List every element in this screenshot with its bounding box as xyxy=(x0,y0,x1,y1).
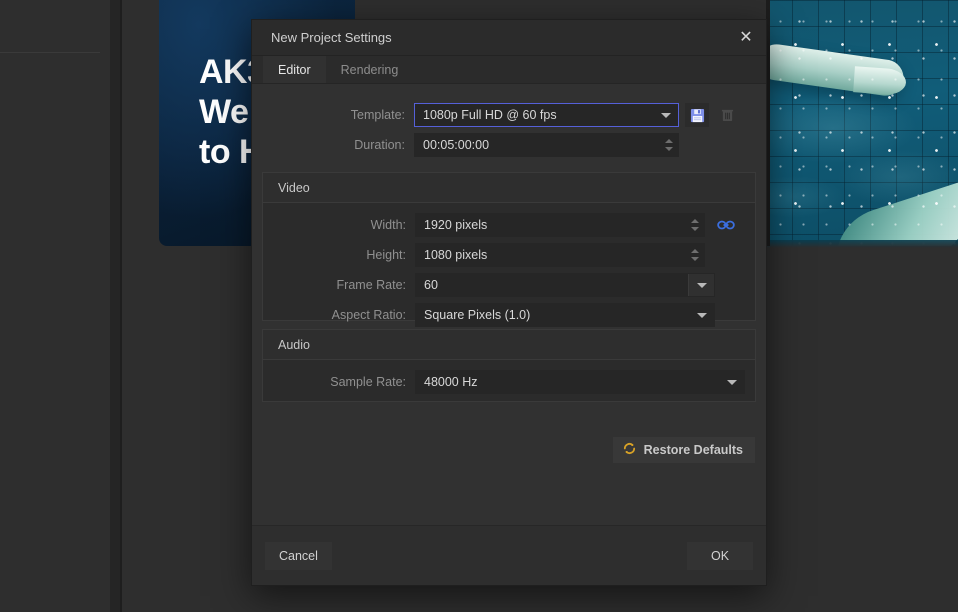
restore-defaults-label: Restore Defaults xyxy=(643,443,743,457)
background-left-divider xyxy=(0,52,100,53)
audio-settings-group: Audio Sample Rate: 48000 Hz xyxy=(262,329,756,402)
template-label: Template: xyxy=(350,108,405,122)
refresh-circular-arrows-icon xyxy=(622,441,637,459)
new-project-settings-dialog: New Project Settings ✕ Editor Rendering … xyxy=(251,19,767,586)
photo-bottom-fade xyxy=(766,240,958,248)
height-input[interactable]: 1080 pixels xyxy=(415,243,705,267)
background-left-panel xyxy=(0,0,110,612)
template-row: Template: 1080p Full HD @ 60 fps xyxy=(262,102,756,128)
dialog-footer: Cancel OK xyxy=(252,525,766,585)
height-value: 1080 pixels xyxy=(424,248,488,262)
duration-stepper[interactable] xyxy=(662,134,676,156)
duration-row: Duration: 00:05:00:00 xyxy=(262,132,756,158)
cancel-button[interactable]: Cancel xyxy=(265,541,332,570)
video-settings-group: Video Width: 1920 pixels Height: 1080 pi… xyxy=(262,172,756,327)
height-label: Height: xyxy=(366,248,406,262)
trash-delete-icon[interactable] xyxy=(715,103,739,127)
tab-editor[interactable]: Editor xyxy=(263,56,326,83)
background-gutter-line xyxy=(120,0,122,612)
samplerate-row: Sample Rate: 48000 Hz xyxy=(263,369,755,395)
chevron-down-icon[interactable] xyxy=(688,274,714,296)
audio-group-content: Sample Rate: 48000 Hz xyxy=(263,360,755,401)
chevron-down-icon[interactable] xyxy=(720,371,744,393)
template-value: 1080p Full HD @ 60 fps xyxy=(423,108,557,122)
width-label: Width: xyxy=(370,218,406,232)
chain-link-icon[interactable] xyxy=(715,214,737,236)
audio-group-title: Audio xyxy=(263,330,755,360)
duration-value: 00:05:00:00 xyxy=(423,138,490,152)
photo-bubbles xyxy=(766,0,958,246)
chevron-down-icon[interactable] xyxy=(690,304,714,326)
aspect-ratio-value: Square Pixels (1.0) xyxy=(424,308,531,322)
close-icon[interactable]: ✕ xyxy=(734,26,758,50)
samplerate-value: 48000 Hz xyxy=(424,375,478,389)
framerate-label: Frame Rate: xyxy=(336,278,406,292)
restore-defaults-button[interactable]: Restore Defaults xyxy=(612,437,755,463)
template-select[interactable]: 1080p Full HD @ 60 fps xyxy=(414,103,679,127)
floppy-disk-save-icon[interactable] xyxy=(685,103,709,127)
width-stepper[interactable] xyxy=(688,214,702,236)
width-value: 1920 pixels xyxy=(424,218,488,232)
aspect-ratio-select[interactable]: Square Pixels (1.0) xyxy=(415,303,715,327)
width-input[interactable]: 1920 pixels xyxy=(415,213,705,237)
height-row: Height: 1080 pixels xyxy=(263,242,755,268)
template-duration-block: Template: 1080p Full HD @ 60 fps Duratio… xyxy=(262,94,756,164)
aspect-ratio-label: Aspect Ratio: xyxy=(331,308,406,322)
dialog-titlebar: New Project Settings ✕ xyxy=(252,20,766,56)
aspect-ratio-row: Aspect Ratio: Square Pixels (1.0) xyxy=(263,302,755,328)
background-hero-line-2: We xyxy=(199,93,249,131)
video-group-title: Video xyxy=(263,173,755,203)
samplerate-label: Sample Rate: xyxy=(330,375,406,389)
restore-defaults-bar: Restore Defaults xyxy=(262,402,756,463)
chevron-down-icon[interactable] xyxy=(654,104,678,126)
framerate-select[interactable]: 60 xyxy=(415,273,715,297)
framerate-row: Frame Rate: 60 xyxy=(263,272,755,298)
dialog-tabstrip: Editor Rendering xyxy=(252,56,766,84)
duration-input[interactable]: 00:05:00:00 xyxy=(414,133,679,157)
background-underwater-photo xyxy=(766,0,958,246)
ok-button[interactable]: OK xyxy=(687,541,753,570)
framerate-value: 60 xyxy=(424,278,438,292)
width-row: Width: 1920 pixels xyxy=(263,212,755,238)
video-group-content: Width: 1920 pixels Height: 1080 pixels F… xyxy=(263,203,755,327)
height-stepper[interactable] xyxy=(688,244,702,266)
samplerate-select[interactable]: 48000 Hz xyxy=(415,370,745,394)
tab-rendering[interactable]: Rendering xyxy=(326,56,414,83)
duration-label: Duration: xyxy=(354,138,405,152)
dialog-body: Template: 1080p Full HD @ 60 fps Duratio… xyxy=(252,84,766,525)
dialog-title: New Project Settings xyxy=(271,30,392,45)
